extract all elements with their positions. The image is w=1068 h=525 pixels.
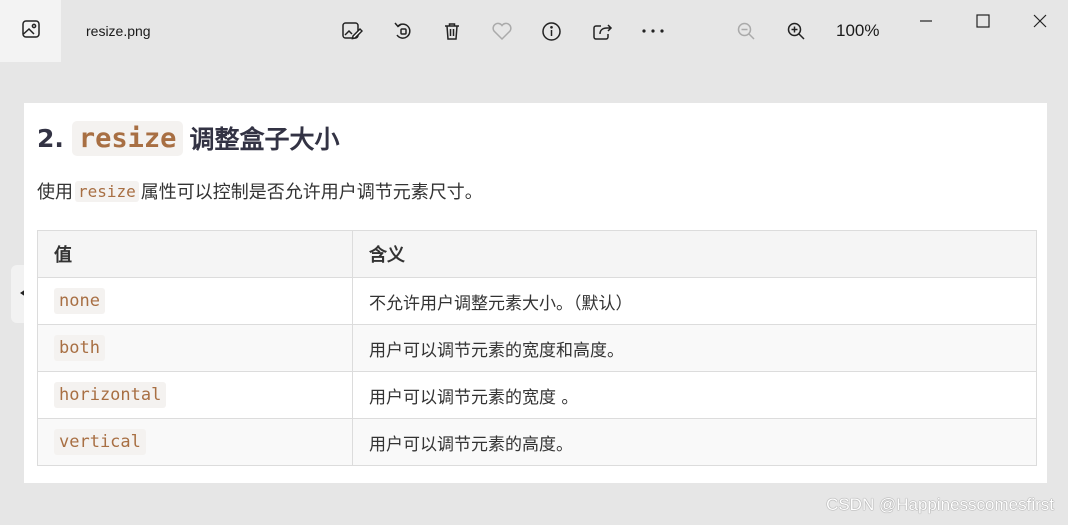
values-table: 值 含义 none 不允许用户调整元素大小。（默认） both 用户可以调节元素… bbox=[37, 230, 1037, 466]
more-icon bbox=[641, 28, 665, 34]
heading-number: 2. bbox=[37, 123, 64, 153]
maximize-button[interactable] bbox=[971, 10, 995, 34]
zoom-out-icon bbox=[736, 21, 756, 41]
image-canvas: 2. resize 调整盒子大小 使用 resize 属性可以控制是否允许用户调… bbox=[24, 103, 1047, 483]
delete-button[interactable] bbox=[439, 18, 465, 44]
table-header-row: 值 含义 bbox=[37, 230, 1037, 278]
value-cell: none bbox=[37, 277, 353, 325]
value-cell: both bbox=[37, 324, 353, 372]
photo-icon bbox=[21, 19, 41, 43]
table-row: horizontal 用户可以调节元素的宽度 。 bbox=[37, 371, 1037, 419]
rotate-button[interactable] bbox=[390, 18, 416, 44]
value-code: horizontal bbox=[54, 382, 167, 408]
edit-image-icon bbox=[341, 20, 363, 42]
share-button[interactable] bbox=[589, 18, 615, 44]
file-name: resize.png bbox=[86, 23, 151, 39]
table-row: vertical 用户可以调节元素的高度。 bbox=[37, 418, 1037, 466]
heading-text: 调整盒子大小 bbox=[189, 125, 340, 154]
minimize-button[interactable] bbox=[914, 10, 938, 34]
close-button[interactable] bbox=[1028, 10, 1052, 34]
para-inline-code: resize bbox=[75, 180, 139, 202]
value-code: both bbox=[54, 335, 105, 361]
info-button[interactable] bbox=[538, 18, 564, 44]
favorite-button[interactable] bbox=[489, 18, 515, 44]
value-code: none bbox=[54, 288, 105, 314]
trash-icon bbox=[442, 21, 462, 41]
zoom-in-button[interactable] bbox=[783, 18, 809, 44]
edit-image-button[interactable] bbox=[339, 18, 365, 44]
meaning-cell: 用户可以调节元素的宽度 。 bbox=[352, 371, 1037, 419]
header-meaning: 含义 bbox=[352, 230, 1037, 278]
app-icon-button[interactable] bbox=[0, 0, 61, 62]
value-cell: vertical bbox=[37, 418, 353, 466]
heart-icon bbox=[491, 21, 513, 41]
zoom-level[interactable]: 100% bbox=[836, 21, 879, 41]
meaning-cell: 不允许用户调整元素大小。（默认） bbox=[352, 277, 1037, 325]
meaning-cell: 用户可以调节元素的宽度和高度。 bbox=[352, 324, 1037, 372]
header-value: 值 bbox=[37, 230, 353, 278]
watermark: CSDN @Happinesscomesfirst bbox=[826, 495, 1054, 514]
para-text-before: 使用 bbox=[37, 182, 73, 203]
value-code: vertical bbox=[54, 429, 146, 455]
close-icon bbox=[1033, 13, 1047, 32]
para-text-after: 属性可以控制是否允许用户调节元素尺寸。 bbox=[140, 182, 483, 203]
info-icon bbox=[541, 21, 562, 42]
zoom-in-icon bbox=[786, 21, 806, 41]
rotate-icon bbox=[392, 20, 414, 42]
section-heading: 2. resize 调整盒子大小 bbox=[37, 116, 339, 160]
minimize-icon bbox=[919, 13, 933, 32]
title-bar: resize.png 100% bbox=[0, 0, 1068, 62]
table-row: both 用户可以调节元素的宽度和高度。 bbox=[37, 324, 1037, 372]
value-cell: horizontal bbox=[37, 371, 353, 419]
share-icon bbox=[592, 21, 613, 42]
description-paragraph: 使用 resize 属性可以控制是否允许用户调节元素尺寸。 bbox=[37, 179, 483, 203]
more-button[interactable] bbox=[640, 18, 666, 44]
table-row: none 不允许用户调整元素大小。（默认） bbox=[37, 277, 1037, 325]
zoom-out-button[interactable] bbox=[733, 18, 759, 44]
meaning-cell: 用户可以调节元素的高度。 bbox=[352, 418, 1037, 466]
heading-code: resize bbox=[71, 120, 184, 156]
maximize-icon bbox=[976, 13, 990, 32]
